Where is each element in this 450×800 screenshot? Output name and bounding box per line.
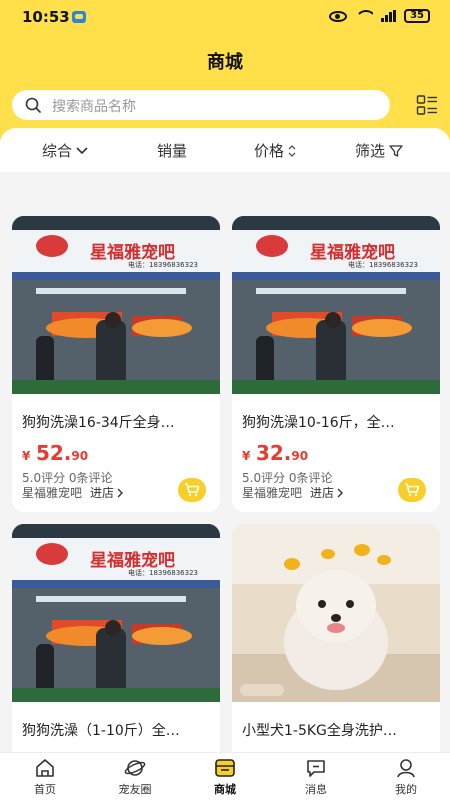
product-image[interactable]: 星福雅宠吧 电话：18396836323 xyxy=(12,216,220,394)
filter-sales-label: 销量 xyxy=(157,142,188,160)
price-currency: ¥ xyxy=(242,449,251,463)
enter-store-link[interactable]: 进店 xyxy=(310,484,344,501)
search-input[interactable]: 搜索商品名称 xyxy=(52,96,136,116)
store-line: 星福雅宠吧 进店 xyxy=(242,484,344,501)
product-title[interactable]: 小型犬1-5KG全身洗护… xyxy=(242,720,432,740)
shop-sign-phone: 电话：18396836323 xyxy=(348,261,418,269)
price-decimal: 90 xyxy=(71,449,89,463)
product-price: ¥ 52.90 xyxy=(22,441,88,465)
product-card[interactable]: 星福雅宠吧 电话：18396836323 狗狗洗澡（1-10斤）全… xyxy=(12,524,220,752)
add-to-cart-button[interactable] xyxy=(178,478,206,502)
product-image[interactable] xyxy=(232,524,440,702)
filter-price-label: 价格 xyxy=(254,142,285,160)
chevron-right-icon xyxy=(117,488,124,497)
filter-screen[interactable]: 筛选 xyxy=(355,140,403,161)
product-title[interactable]: 狗狗洗澡10-16斤，全… xyxy=(242,412,432,432)
signal-icon xyxy=(381,10,397,22)
product-price: ¥ 32.90 xyxy=(242,441,308,465)
chevron-down-icon xyxy=(76,146,88,154)
tab-messages-label: 消息 xyxy=(305,783,327,796)
search-icon xyxy=(25,97,41,113)
wifi-icon xyxy=(355,10,374,22)
cart-icon xyxy=(185,483,200,497)
bottom-tab-bar: 首页 宠友圈 商城 消息 我的 xyxy=(0,752,450,800)
enter-store-link[interactable]: 进店 xyxy=(90,484,124,501)
page-title: 商城 xyxy=(207,52,243,73)
store-name: 星福雅宠吧 xyxy=(242,486,303,500)
search-bar[interactable]: 搜索商品名称 xyxy=(12,90,390,120)
add-to-cart-button[interactable] xyxy=(398,478,426,502)
chevron-right-icon xyxy=(337,488,344,497)
tab-profile-label: 我的 xyxy=(395,783,417,796)
shop-sign-phone: 电话：18396836323 xyxy=(128,569,198,577)
tab-home-label: 首页 xyxy=(34,783,56,796)
product-image[interactable]: 星福雅宠吧 电话：18396836323 xyxy=(232,216,440,394)
product-title[interactable]: 狗狗洗澡（1-10斤）全… xyxy=(22,720,212,740)
price-decimal: 90 xyxy=(291,449,309,463)
shop-icon xyxy=(215,759,235,777)
tab-messages[interactable]: 消息 xyxy=(284,757,348,797)
tab-pet-circle-label: 宠友圈 xyxy=(118,783,152,796)
planet-icon xyxy=(124,760,146,776)
enter-store-label: 进店 xyxy=(90,486,115,500)
price-integer: 52. xyxy=(35,441,72,465)
cart-icon xyxy=(405,483,420,497)
sort-arrows-icon xyxy=(288,144,296,157)
product-title[interactable]: 狗狗洗澡16-34斤全身… xyxy=(22,412,212,432)
filter-price[interactable]: 价格 xyxy=(254,140,296,161)
product-card[interactable]: 星福雅宠吧 电话：18396836323 狗狗洗澡16-34斤全身… ¥ 52.… xyxy=(12,216,220,512)
price-integer: 32. xyxy=(255,441,292,465)
tab-mall-label: 商城 xyxy=(214,783,236,796)
store-line: 星福雅宠吧 进店 xyxy=(22,484,124,501)
filter-funnel-icon xyxy=(389,144,403,157)
status-time: 10:53 xyxy=(22,8,70,26)
message-notification-icon xyxy=(72,11,86,23)
tab-mall[interactable]: 商城 xyxy=(193,757,257,797)
product-card[interactable]: 星福雅宠吧 电话：18396836323 狗狗洗澡10-16斤，全… ¥ 32.… xyxy=(232,216,440,512)
filter-overall[interactable]: 综合 xyxy=(42,140,88,161)
user-icon xyxy=(397,759,415,778)
message-icon xyxy=(307,760,325,777)
layout-toggle-icon[interactable] xyxy=(416,94,438,116)
tab-pet-circle[interactable]: 宠友圈 xyxy=(103,757,167,797)
filter-screen-label: 筛选 xyxy=(355,142,386,160)
status-bar: 10:53 35 xyxy=(0,0,450,36)
filter-overall-label: 综合 xyxy=(42,142,73,160)
app-header: 10:53 35 商城 搜索商品名称 xyxy=(0,0,450,140)
price-currency: ¥ xyxy=(22,449,31,463)
shop-sign-phone: 电话：18396836323 xyxy=(128,261,198,269)
status-icons: 35 xyxy=(329,9,430,23)
filter-bar: 综合 销量 价格 筛选 xyxy=(0,128,450,172)
product-image[interactable]: 星福雅宠吧 电话：18396836323 xyxy=(12,524,220,702)
filter-sales[interactable]: 销量 xyxy=(157,140,187,161)
product-card[interactable]: 小型犬1-5KG全身洗护… xyxy=(232,524,440,752)
home-icon xyxy=(36,759,54,777)
battery-indicator: 35 xyxy=(404,9,430,23)
enter-store-label: 进店 xyxy=(310,486,335,500)
store-name: 星福雅宠吧 xyxy=(22,486,83,500)
tab-profile[interactable]: 我的 xyxy=(374,757,438,797)
tab-home[interactable]: 首页 xyxy=(13,757,77,797)
eye-comfort-icon xyxy=(329,10,348,22)
